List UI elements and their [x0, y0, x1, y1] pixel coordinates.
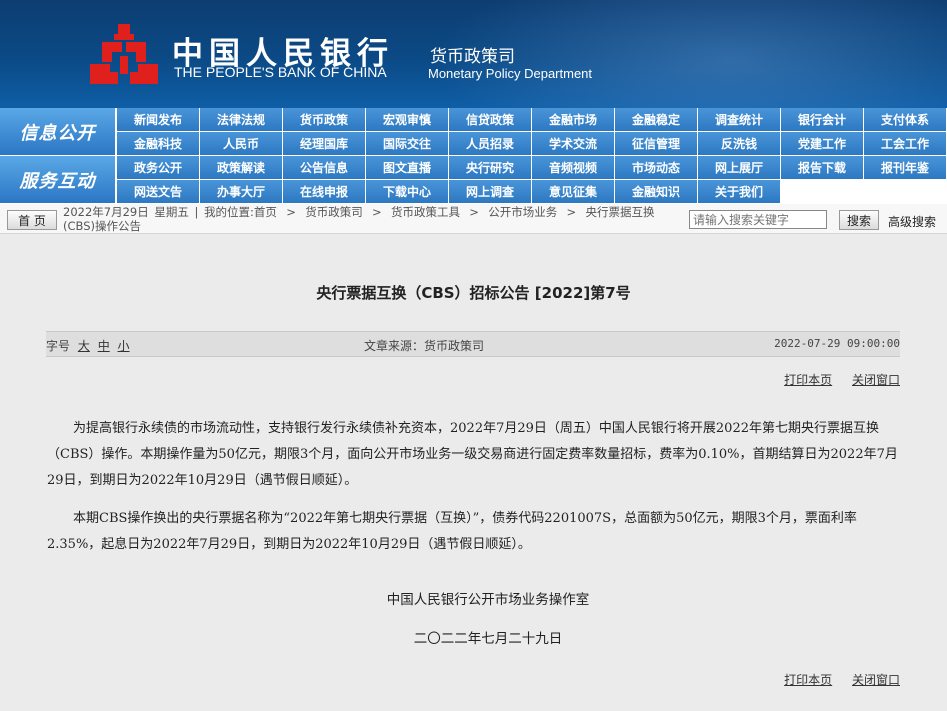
nav-item[interactable]: 人员招录: [449, 132, 531, 155]
main-navigation: 信息公开 新闻发布 法律法规 货币政策 宏观审慎 信贷政策 金融市场 金融稳定 调查统计 银行会…: [0, 108, 947, 204]
article-source: 文章来源：货币政策司: [364, 339, 485, 353]
font-size-large-link[interactable]: 大: [78, 339, 90, 353]
breadcrumb-date: 2022年7月29日: [63, 205, 149, 219]
font-size-small-link[interactable]: 小: [118, 339, 130, 353]
site-header: 中国人民银行 THE PEOPLE'S BANK OF CHINA 货币政策司 …: [0, 0, 947, 108]
nav-item[interactable]: 网上调查: [449, 180, 531, 203]
article-title: 央行票据互换（CBS）招标公告 [2022]第7号: [316, 284, 631, 302]
nav-item[interactable]: 政务公开: [117, 156, 199, 179]
advanced-search-link[interactable]: 高级搜索: [888, 213, 936, 230]
nav-item[interactable]: 央行研究: [449, 156, 531, 179]
nav-section-service-grid: 政务公开 政策解读 公告信息 图文直播 央行研究 音频视频 市场动态 网上展厅 报告下载 报刊年鉴…: [117, 156, 947, 203]
nav-item[interactable]: 市场动态: [615, 156, 697, 179]
nav-section-info: 信息公开 新闻发布 法律法规 货币政策 宏观审慎 信贷政策 金融市场 金融稳定 调查统计 银行会…: [0, 108, 947, 156]
close-window-link-bottom[interactable]: 关闭窗口: [852, 673, 900, 687]
nav-item[interactable]: 调查统计: [698, 108, 780, 131]
nav-item[interactable]: 政策解读: [200, 156, 282, 179]
nav-item[interactable]: 音频视频: [532, 156, 614, 179]
nav-item[interactable]: 工会工作: [864, 132, 946, 155]
breadcrumb-weekday: 星期五: [154, 205, 189, 219]
nav-item[interactable]: 党建工作: [781, 132, 863, 155]
signature-organization: 中国人民银行公开市场业务操作室: [386, 592, 590, 608]
breadcrumb-arrow: >: [368, 205, 386, 219]
nav-item[interactable]: 图文直播: [366, 156, 448, 179]
breadcrumb-level-1[interactable]: 货币政策司: [305, 205, 363, 219]
nav-item[interactable]: 法律法规: [200, 108, 282, 131]
nav-item[interactable]: 国际交往: [366, 132, 448, 155]
nav-item[interactable]: 金融市场: [532, 108, 614, 131]
nav-item[interactable]: 征信管理: [615, 132, 697, 155]
print-page-link-bottom[interactable]: 打印本页: [784, 673, 832, 687]
nav-item[interactable]: 报告下载: [781, 156, 863, 179]
nav-item[interactable]: 反洗钱: [698, 132, 780, 155]
breadcrumb-arrow: >: [562, 205, 580, 219]
nav-item[interactable]: 意见征集: [532, 180, 614, 203]
nav-item[interactable]: 货币政策: [283, 108, 365, 131]
nav-item[interactable]: 网上展厅: [698, 156, 780, 179]
nav-item[interactable]: 金融稳定: [615, 108, 697, 131]
nav-item[interactable]: 信贷政策: [449, 108, 531, 131]
print-page-link[interactable]: 打印本页: [784, 373, 832, 387]
nav-item[interactable]: 网送文告: [117, 180, 199, 203]
nav-section-info-grid: 新闻发布 法律法规 货币政策 宏观审慎 信贷政策 金融市场 金融稳定 调查统计 银行会计 支付体系…: [117, 108, 947, 155]
bottom-actions: 打印本页 关闭窗口: [768, 671, 900, 688]
article-meta-bar: 字号 大 中 小 文章来源：货币政策司 2022-07-29 09:00:00: [46, 331, 900, 357]
home-button[interactable]: 首 页: [7, 210, 57, 230]
pboc-logo-icon: [90, 24, 158, 84]
nav-item[interactable]: 下载中心: [366, 180, 448, 203]
nav-item[interactable]: 在线申报: [283, 180, 365, 203]
nav-item[interactable]: 银行会计: [781, 108, 863, 131]
top-actions: 打印本页 关闭窗口: [768, 371, 900, 388]
font-size-label: 字号: [46, 339, 71, 353]
bank-name-en: THE PEOPLE'S BANK OF CHINA: [174, 64, 387, 80]
signature-date: 二〇二二年七月二十九日: [413, 631, 563, 647]
breadcrumb-bar: 首 页 2022年7月29日 星期五 | 我的位置:首页 > 货币政策司 > 货…: [0, 204, 947, 234]
nav-item[interactable]: 关于我们: [698, 180, 780, 203]
nav-section-service: 服务互动 政务公开 政策解读 公告信息 图文直播 央行研究 音频视频 市场动态 网上展厅 报告下…: [0, 156, 947, 204]
breadcrumb-sep: |: [194, 205, 199, 219]
dept-name-en: Monetary Policy Department: [428, 66, 593, 81]
nav-item[interactable]: 金融知识: [615, 180, 697, 203]
article-datetime: 2022-07-29 09:00:00: [774, 337, 900, 350]
nav-section-info-label: 信息公开: [0, 108, 115, 155]
close-window-link[interactable]: 关闭窗口: [852, 373, 900, 387]
nav-item[interactable]: 新闻发布: [117, 108, 199, 131]
nav-item[interactable]: 支付体系: [864, 108, 946, 131]
nav-item[interactable]: 学术交流: [532, 132, 614, 155]
breadcrumb-arrow: >: [282, 205, 300, 219]
article-paragraph-2: 本期CBS操作换出的央行票据名称为“2022年第七期央行票据（互换）”，债券代码…: [47, 511, 857, 552]
search-input[interactable]: [689, 210, 827, 229]
font-size-switcher: 字号 大 中 小: [46, 337, 130, 354]
breadcrumb-level-2[interactable]: 货币政策工具: [391, 205, 460, 219]
nav-item[interactable]: 办事大厅: [200, 180, 282, 203]
nav-item[interactable]: 人民币: [200, 132, 282, 155]
breadcrumb-location[interactable]: 我的位置:首页: [204, 205, 277, 219]
nav-section-service-label: 服务互动: [0, 156, 115, 203]
article-paragraph-1: 为提高银行永续债的市场流动性，支持银行发行永续债补充资本，2022年7月29日（…: [47, 421, 898, 488]
nav-item[interactable]: 公告信息: [283, 156, 365, 179]
breadcrumb-arrow: >: [465, 205, 483, 219]
breadcrumb: 2022年7月29日 星期五 | 我的位置:首页 > 货币政策司 > 货币政策工…: [63, 205, 683, 233]
font-size-medium-link[interactable]: 中: [98, 339, 110, 353]
nav-item[interactable]: 宏观审慎: [366, 108, 448, 131]
breadcrumb-level-3[interactable]: 公开市场业务: [488, 205, 557, 219]
nav-item[interactable]: 经理国库: [283, 132, 365, 155]
search-button[interactable]: 搜索: [839, 210, 879, 230]
nav-item[interactable]: 金融科技: [117, 132, 199, 155]
dept-name-cn: 货币政策司: [430, 47, 515, 67]
nav-item[interactable]: 报刊年鉴: [864, 156, 946, 179]
